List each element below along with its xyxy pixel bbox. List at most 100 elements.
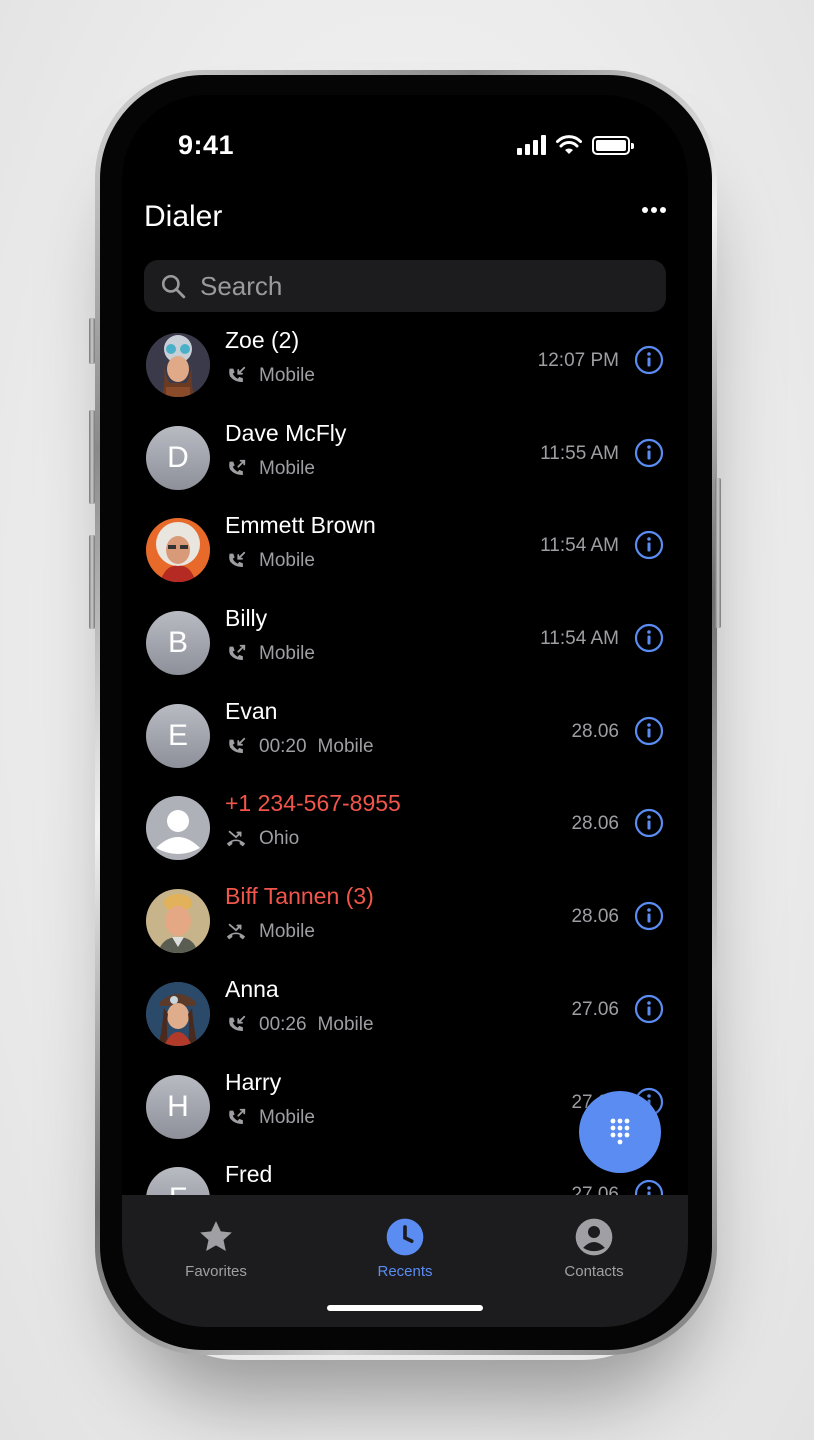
call-time: 28.06 <box>571 906 619 928</box>
call-time: 12:07 PM <box>537 350 619 371</box>
avatar: H <box>146 1074 210 1139</box>
missed-call-icon <box>225 828 247 850</box>
star-icon <box>200 1221 232 1251</box>
tab-label-recents: Recents <box>377 1263 433 1280</box>
missed-call-icon <box>225 921 247 943</box>
call-time: 27.06 <box>571 998 619 1020</box>
status-time: 9:41 <box>178 130 235 160</box>
avatar <box>146 518 210 583</box>
call-details: Ohio <box>225 828 299 850</box>
contact-name: +1 234-567-8955 <box>225 790 401 817</box>
info-icon[interactable] <box>634 994 664 1024</box>
phone-label: Mobile <box>317 735 374 757</box>
recents-list: Zoe (2) Mobile 12:07 PM D Dave McFly Mobile 11… <box>122 320 688 1195</box>
call-time: 11:55 AM <box>540 442 619 464</box>
info-icon[interactable] <box>634 345 664 375</box>
tab-label-favorites: Favorites <box>185 1263 247 1280</box>
header: Dialer <box>144 195 666 243</box>
wifi-icon <box>556 135 582 154</box>
battery-icon <box>592 135 634 155</box>
tab-label-contacts: Contacts <box>564 1263 624 1280</box>
search-placeholder: Search <box>200 270 283 301</box>
call-time: 28.06 <box>571 720 619 742</box>
call-details: Mobile <box>225 550 315 572</box>
call-time: 11:54 AM <box>540 628 619 650</box>
info-icon[interactable] <box>634 1179 664 1195</box>
phone-label: Ohio <box>259 828 300 850</box>
volume-up-button <box>89 410 95 504</box>
more-options-icon[interactable] <box>642 207 666 213</box>
tab-contacts[interactable]: Contacts <box>524 1217 664 1280</box>
avatar: F <box>146 1167 210 1195</box>
dialpad-button[interactable] <box>579 1091 661 1173</box>
info-icon[interactable] <box>634 438 664 468</box>
contact-name: Zoe (2) <box>225 327 300 353</box>
info-icon[interactable] <box>634 716 664 746</box>
volume-down-button <box>89 535 95 629</box>
call-details: Mobile <box>225 1107 315 1129</box>
phone-label: Mobile <box>317 1013 374 1035</box>
call-details: 00:20 Mobile <box>225 736 374 758</box>
call-row[interactable]: Anna 00:26 Mobile 27.06 <box>122 969 688 1062</box>
call-details: Mobile <box>225 365 315 387</box>
status-bar: 9:41 <box>122 95 688 205</box>
avatar-placeholder-icon <box>146 796 210 861</box>
page-title: Dialer <box>144 200 223 233</box>
tab-favorites[interactable]: Favorites <box>146 1217 286 1280</box>
search-icon <box>161 274 186 299</box>
call-details: Mobile <box>225 921 315 943</box>
phone-label: Mobile <box>259 1106 315 1128</box>
incoming-call-icon <box>225 736 247 758</box>
contact-name: Emmett Brown <box>225 512 376 539</box>
cellular-signal-icon <box>517 135 546 155</box>
tab-recents[interactable]: Recents <box>335 1217 475 1280</box>
call-row[interactable]: Biff Tannen (3) Mobile 28.06 <box>122 876 688 969</box>
phone-label: Mobile <box>259 365 315 386</box>
phone-screen: 9:41 Dialer Search Zoe (2) Mobile 12:07 PM… <box>122 95 688 1327</box>
phone-label: Mobile <box>259 550 315 572</box>
status-icons <box>517 135 634 155</box>
call-details: Mobile <box>225 643 315 665</box>
contact-name: Billy <box>225 605 268 632</box>
avatar: B <box>146 611 210 676</box>
contact-name: Dave McFly <box>225 419 347 446</box>
account-circle-icon <box>575 1218 613 1256</box>
call-duration: 00:20 <box>259 735 307 757</box>
phone-label: Mobile <box>259 921 315 943</box>
contact-name: Anna <box>225 975 279 1002</box>
call-row[interactable]: D Dave McFly Mobile 11:55 AM <box>122 413 688 506</box>
outgoing-call-icon <box>225 1107 247 1129</box>
mute-switch <box>89 318 95 364</box>
incoming-call-icon <box>225 550 247 572</box>
avatar: E <box>146 703 210 768</box>
avatar <box>146 889 210 954</box>
power-button <box>715 478 721 628</box>
call-row[interactable]: Emmett Brown Mobile 11:54 AM <box>122 505 688 598</box>
call-details: 00:26 Mobile <box>225 1014 374 1036</box>
outgoing-call-icon <box>225 643 247 665</box>
search-input[interactable]: Search <box>144 260 666 312</box>
phone-label: Mobile <box>259 457 315 479</box>
call-details: Mobile <box>225 458 315 480</box>
call-time: 28.06 <box>571 813 619 835</box>
info-icon[interactable] <box>634 530 664 560</box>
info-icon[interactable] <box>634 623 664 653</box>
incoming-call-icon <box>225 365 247 387</box>
call-row[interactable]: Zoe (2) Mobile 12:07 PM <box>122 320 688 413</box>
dialpad-icon <box>610 1118 630 1145</box>
phone-label: Mobile <box>259 643 315 665</box>
avatar: D <box>146 425 210 490</box>
outgoing-call-icon <box>225 458 247 480</box>
call-row[interactable]: E Evan 00:20 Mobile 28.06 <box>122 691 688 784</box>
home-indicator <box>327 1305 483 1311</box>
call-row[interactable]: +1 234-567-8955 Ohio 28.06 <box>122 783 688 876</box>
call-time: 27.06 <box>571 1184 619 1195</box>
contact-name: Biff Tannen (3) <box>225 883 374 910</box>
contact-name: Fred <box>225 1161 273 1188</box>
contact-name: Evan <box>225 697 278 724</box>
info-icon[interactable] <box>634 901 664 931</box>
call-time: 11:54 AM <box>540 535 619 557</box>
call-row[interactable]: B Billy Mobile 11:54 AM <box>122 598 688 691</box>
clock-icon <box>386 1218 424 1256</box>
info-icon[interactable] <box>634 808 664 838</box>
